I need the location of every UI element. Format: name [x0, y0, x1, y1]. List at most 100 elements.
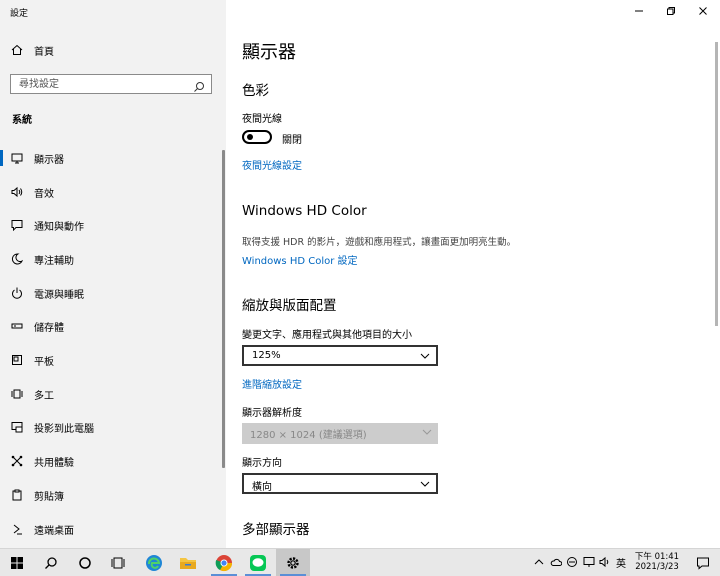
sidebar-item-notifications[interactable]: 通知與動作 [0, 209, 226, 241]
hdr-heading: Windows HD Color [242, 203, 367, 219]
chrome-icon [215, 554, 233, 571]
multiple-displays-heading: 多部顯示器 [242, 522, 310, 538]
onedrive-tray-button[interactable] [550, 556, 562, 568]
notification-icon [697, 557, 709, 570]
close-button[interactable] [686, 0, 720, 22]
sidebar-item-multitasking[interactable]: 多工 [0, 378, 226, 410]
night-light-state: 關閉 [282, 135, 302, 146]
line-taskbar-button[interactable] [241, 549, 275, 576]
search-icon[interactable] [193, 78, 205, 92]
sidebar-item-shared-experiences[interactable]: 共用體驗 [0, 445, 226, 477]
sidebar-item-label: 平板 [34, 356, 54, 368]
volume-tray-button[interactable] [599, 556, 611, 568]
resolution-dropdown[interactable]: 1280 × 1024 (建議選項) [242, 423, 438, 444]
sidebar: 設定 首頁 系統 顯示器 音效 通知與動作 專注輔助 [0, 0, 226, 548]
scale-label: 變更文字、應用程式與其他項目的大小 [242, 330, 412, 341]
show-hidden-icons-button[interactable] [533, 556, 545, 568]
orientation-dropdown[interactable]: 橫向 [242, 473, 438, 494]
chevron-down-icon [420, 353, 430, 359]
sidebar-item-label: 剪貼簿 [34, 491, 64, 503]
section-label: 系統 [12, 115, 32, 126]
sidebar-item-label: 音效 [34, 188, 54, 200]
sidebar-scrollbar[interactable] [222, 150, 225, 468]
notification-icon [10, 218, 24, 232]
sidebar-item-storage[interactable]: 儲存體 [0, 310, 226, 342]
home-icon [10, 43, 24, 57]
sidebar-item-display[interactable]: 顯示器 [0, 142, 226, 174]
cloud-icon [550, 558, 562, 566]
clock-date[interactable]: 2021/3/23 [632, 562, 682, 572]
sidebar-item-label: 首頁 [34, 46, 54, 58]
orientation-value: 橫向 [252, 482, 272, 493]
clock-time[interactable]: 下午 01:41 [632, 550, 682, 562]
network-tray-button[interactable] [583, 556, 595, 568]
cortana-icon [79, 556, 91, 569]
multitask-icon [10, 387, 24, 401]
sidebar-item-label: 通知與動作 [34, 221, 84, 233]
clipboard-icon [10, 488, 24, 502]
monitor-icon [10, 151, 24, 165]
tablet-icon [10, 353, 24, 367]
sidebar-item-label: 電源與睡眠 [34, 289, 84, 301]
restore-button[interactable] [654, 0, 688, 22]
remote-icon [10, 522, 24, 536]
ime-indicator[interactable]: 英 [616, 555, 626, 570]
task-view-icon [111, 557, 125, 568]
main-scrollbar[interactable] [715, 42, 718, 326]
edge-taskbar-button[interactable] [137, 549, 171, 576]
task-view-button[interactable] [101, 549, 135, 576]
speaker-icon [10, 185, 24, 199]
folder-icon [180, 557, 196, 569]
scale-heading: 縮放與版面配置 [242, 298, 337, 314]
scale-dropdown[interactable]: 125% [242, 345, 438, 366]
sidebar-item-power[interactable]: 電源與睡眠 [0, 277, 226, 309]
chevron-down-icon [422, 429, 432, 435]
night-light-settings-link[interactable]: 夜間光線設定 [242, 157, 302, 172]
shared-icon [10, 454, 24, 468]
weather-tray-button[interactable] [566, 556, 578, 568]
scale-value: 125% [252, 350, 281, 361]
advanced-scaling-link[interactable]: 進階縮放設定 [242, 376, 302, 391]
file-explorer-taskbar-button[interactable] [171, 549, 205, 576]
minimize-button[interactable] [622, 0, 656, 22]
settings-taskbar-button[interactable] [276, 549, 310, 576]
weather-icon [567, 557, 577, 567]
resolution-value: 1280 × 1024 (建議選項) [250, 430, 367, 441]
sidebar-item-clipboard[interactable]: 剪貼簿 [0, 479, 226, 511]
night-light-toggle[interactable] [242, 130, 272, 144]
sidebar-item-label: 投影到此電腦 [34, 423, 94, 435]
restore-icon [667, 7, 675, 15]
sidebar-item-sound[interactable]: 音效 [0, 176, 226, 208]
hdr-description: 取得支援 HDR 的影片，遊戲和應用程式，讓畫面更加明亮生動。 [242, 237, 517, 248]
night-light-label: 夜間光線 [242, 114, 282, 125]
color-heading: 色彩 [242, 83, 269, 99]
hdr-settings-link[interactable]: Windows HD Color 設定 [242, 252, 358, 267]
sidebar-item-label: 共用體驗 [34, 457, 74, 469]
sidebar-item-label: 多工 [34, 390, 54, 402]
chrome-taskbar-button[interactable] [207, 549, 241, 576]
search-input[interactable] [11, 75, 195, 93]
page-title: 顯示器 [242, 42, 296, 63]
sidebar-item-tablet[interactable]: 平板 [0, 344, 226, 376]
storage-icon [10, 319, 24, 333]
orientation-label: 顯示方向 [242, 458, 282, 469]
sidebar-item-remote-desktop[interactable]: 遠端桌面 [0, 513, 226, 545]
cortana-button[interactable] [68, 549, 102, 576]
taskbar-search-button[interactable] [34, 549, 68, 576]
speaker-icon [599, 556, 609, 568]
project-icon [10, 420, 24, 434]
sidebar-item-label: 遠端桌面 [34, 525, 74, 537]
close-icon [699, 7, 707, 15]
action-center-button[interactable] [696, 555, 710, 570]
sidebar-item-label: 專注輔助 [34, 255, 74, 267]
gear-icon [287, 556, 299, 569]
sidebar-item-focus-assist[interactable]: 專注輔助 [0, 243, 226, 275]
sidebar-item-label: 顯示器 [34, 154, 64, 166]
sidebar-item-project[interactable]: 投影到此電腦 [0, 411, 226, 443]
sidebar-item-home[interactable]: 首頁 [0, 34, 226, 66]
start-button[interactable] [0, 549, 34, 576]
app-title: 設定 [10, 9, 29, 19]
search-box[interactable] [10, 74, 212, 94]
chevron-down-icon [420, 481, 430, 487]
minimize-icon [635, 10, 643, 12]
